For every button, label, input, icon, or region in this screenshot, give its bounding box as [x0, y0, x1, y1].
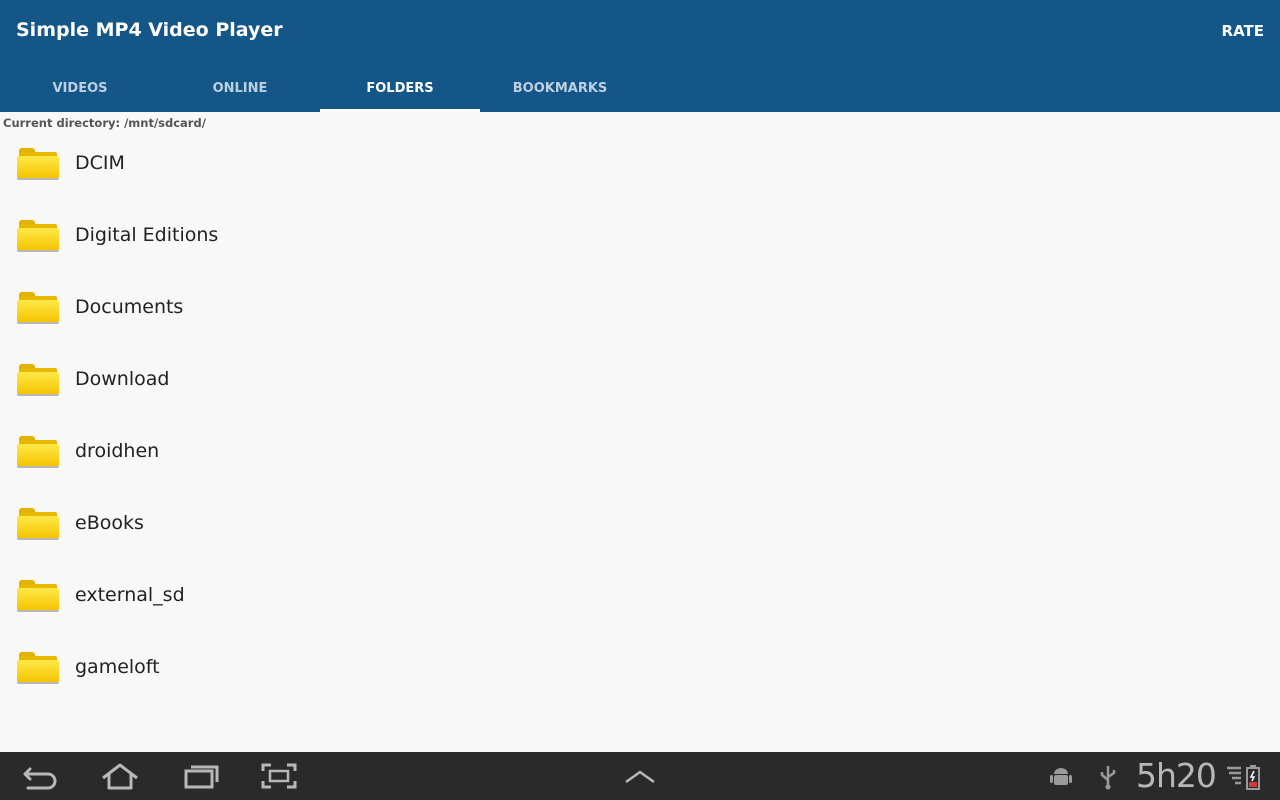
- app-title: Simple MP4 Video Player: [16, 19, 283, 41]
- tab-bookmarks[interactable]: BOOKMARKS: [480, 64, 640, 112]
- folder-name: gameloft: [75, 656, 160, 678]
- folder-icon: [17, 578, 59, 612]
- folder-item[interactable]: Download: [0, 343, 1280, 415]
- home-icon[interactable]: [100, 760, 140, 792]
- tab-folders[interactable]: FOLDERS: [320, 64, 480, 112]
- folder-icon: [17, 362, 59, 396]
- folder-icon: [17, 290, 59, 324]
- menu-up-icon[interactable]: [620, 760, 660, 792]
- folder-icon: [17, 650, 59, 684]
- folder-name: DCIM: [75, 152, 125, 174]
- signal-icon: [1226, 764, 1242, 792]
- android-debug-icon: [1048, 764, 1074, 792]
- folder-item[interactable]: droidhen: [0, 415, 1280, 487]
- usb-icon: [1098, 764, 1118, 794]
- app-bar: Simple MP4 Video Player RATE VIDEOS ONLI…: [0, 0, 1280, 112]
- folder-item[interactable]: Documents: [0, 271, 1280, 343]
- folder-name: Download: [75, 368, 170, 390]
- tab-bar: VIDEOS ONLINE FOLDERS BOOKMARKS: [0, 64, 640, 112]
- folder-name: external_sd: [75, 584, 185, 606]
- folder-name: Documents: [75, 296, 184, 318]
- battery-icon: [1246, 764, 1260, 794]
- folder-name: droidhen: [75, 440, 160, 462]
- tab-videos[interactable]: VIDEOS: [0, 64, 160, 112]
- clock: 5h20: [1136, 756, 1217, 795]
- folder-icon: [17, 506, 59, 540]
- folder-name: eBooks: [75, 512, 144, 534]
- folder-item[interactable]: gameloft: [0, 631, 1280, 703]
- tab-online[interactable]: ONLINE: [160, 64, 320, 112]
- folder-item[interactable]: eBooks: [0, 487, 1280, 559]
- folder-icon: [17, 218, 59, 252]
- folder-name: Digital Editions: [75, 224, 219, 246]
- folder-list: DCIM Digital Editions Documents Download…: [0, 127, 1280, 703]
- folder-item[interactable]: DCIM: [0, 127, 1280, 199]
- recent-apps-icon[interactable]: [181, 760, 221, 792]
- rate-button[interactable]: RATE: [1222, 22, 1264, 40]
- back-icon[interactable]: [20, 760, 60, 792]
- folder-item[interactable]: Digital Editions: [0, 199, 1280, 271]
- system-navigation-bar: 5h20: [0, 752, 1280, 800]
- folder-icon: [17, 146, 59, 180]
- screenshot-icon[interactable]: [259, 760, 299, 792]
- folder-item[interactable]: external_sd: [0, 559, 1280, 631]
- folder-icon: [17, 434, 59, 468]
